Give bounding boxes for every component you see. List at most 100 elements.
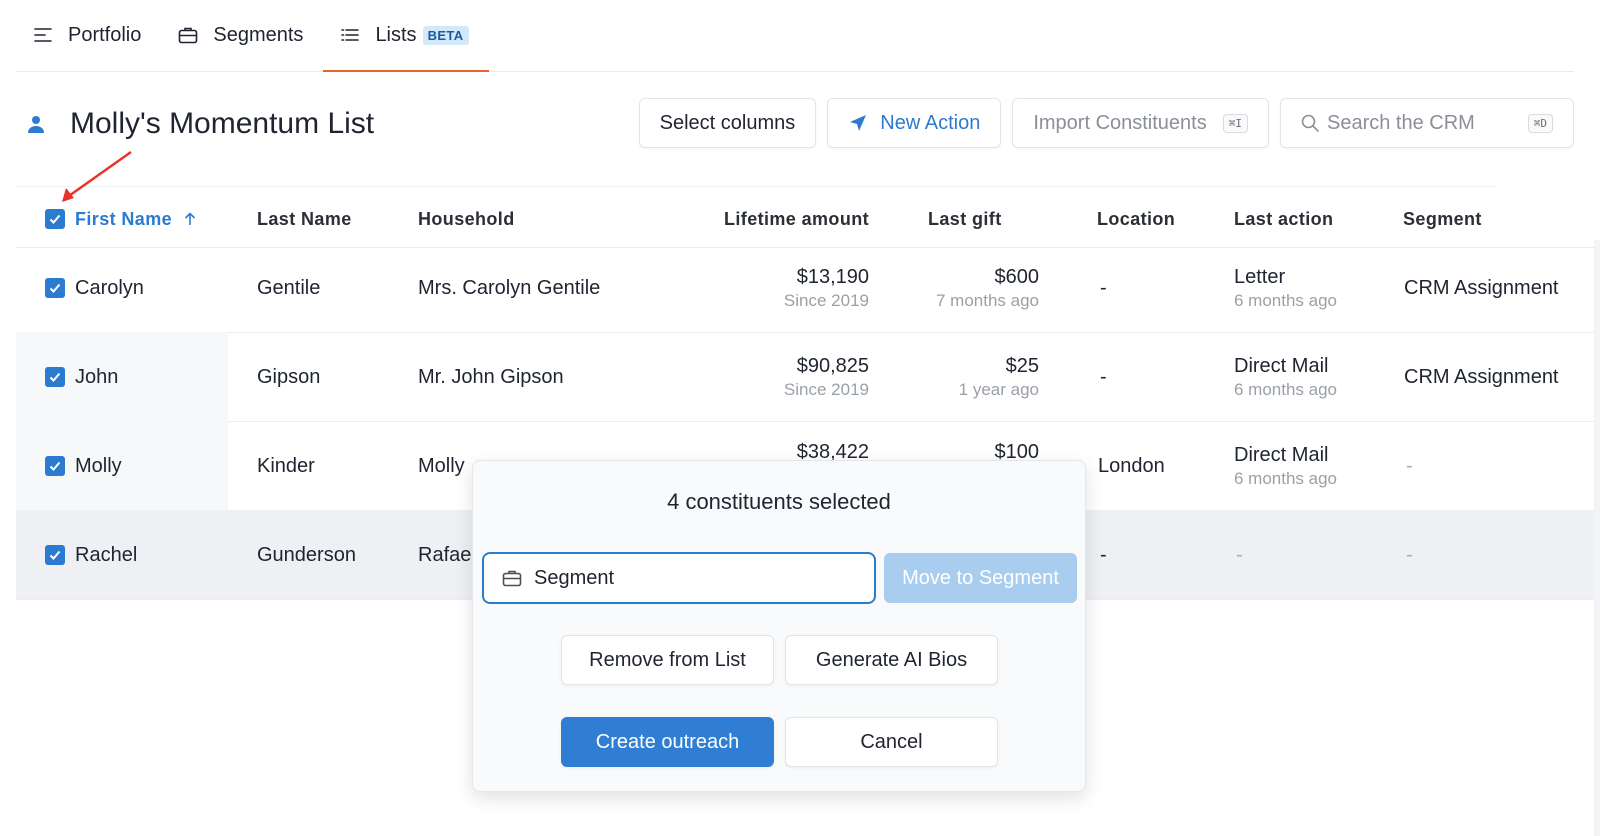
import-shortcut: ⌘I [1222,113,1248,133]
column-last-name[interactable]: Last Name [257,190,352,248]
column-label: Last action [1234,208,1334,229]
column-label: Last gift [928,208,1002,229]
column-segment[interactable]: Segment [1403,190,1482,248]
column-last-action[interactable]: Last action [1234,190,1333,248]
remove-from-list-button[interactable]: Remove from List [561,635,774,685]
column-lifetime-amount[interactable]: Lifetime amount [724,190,869,248]
column-label: Last Name [257,208,352,229]
segment-input-value: Segment [534,566,615,589]
sort-ascending-icon [184,212,196,226]
last-gift: $600 7 months ago [916,243,1039,333]
row-checkbox[interactable] [45,456,65,476]
import-label: Import Constituents [1033,111,1207,134]
import-constituents-button[interactable]: Import Constituents ⌘I [1012,98,1269,148]
action-when: 6 months ago [1234,379,1338,399]
segment: - [1406,543,1413,566]
segment: CRM Assignment [1404,365,1559,388]
bulk-action-modal: 4 constituents selected Segment Move to … [472,460,1086,792]
modal-title: 4 constituents selected [667,489,891,514]
select-all-checkbox[interactable] [45,209,65,229]
tab-segments[interactable]: Segments [161,0,323,71]
column-label: Household [418,208,515,229]
first-name: John [75,365,119,388]
action-type: Direct Mail [1234,443,1329,466]
list-icon [339,24,361,46]
gift-amount: $600 [994,265,1040,288]
search-placeholder: Search the CRM [1327,111,1475,134]
new-action-button[interactable]: New Action [827,98,1002,148]
amount-since: Since 2019 [783,290,869,310]
send-icon [848,113,868,133]
tab-lists[interactable]: Lists BETA [323,0,489,72]
scrollbar-track[interactable] [1594,240,1600,836]
household: Mr. John Gipson [418,365,564,388]
lifetime-amount: $90,825 Since 2019 [716,332,869,422]
table-row[interactable]: Carolyn Gentile Mrs. Carolyn Gentile $13… [16,243,1600,333]
first-name: Molly [75,454,122,477]
column-label: Lifetime amount [724,208,870,229]
search-input[interactable]: Search the CRM ⌘D [1280,98,1574,148]
table-header: First Name Last Name Household Lifetime … [16,190,1600,248]
amount: $90,825 [796,354,869,377]
last-action: - [1236,543,1243,566]
nav-tabs: Portfolio Segments Lists BETA [16,0,1574,72]
location: London [1098,454,1165,477]
divider [16,186,1496,187]
first-name-cell: John [45,332,118,422]
segment: - [1406,454,1413,477]
gift-when: 7 months ago [935,290,1039,310]
lifetime-amount: $13,190 Since 2019 [716,243,869,333]
table-row[interactable]: John Gipson Mr. John Gipson $90,825 Sinc… [16,332,1600,422]
column-location[interactable]: Location [1097,190,1175,248]
household: Rafae [418,543,472,566]
align-left-icon [32,24,54,46]
beta-badge: BETA [422,25,469,45]
tab-portfolio[interactable]: Portfolio [16,0,161,71]
gift-amount: $25 [1005,354,1039,377]
last-action: Direct Mail 6 months ago [1234,332,1337,422]
first-name-cell: Molly [45,421,122,511]
page-header: Molly's Momentum List Select columns New… [16,98,1574,150]
action-type: Direct Mail [1234,354,1329,377]
last-gift: $25 1 year ago [916,332,1039,422]
gift-when: 1 year ago [958,379,1039,399]
tab-label: Lists [375,23,417,46]
row-checkbox[interactable] [45,278,65,298]
column-last-gift[interactable]: Last gift [928,190,1002,248]
last-name: Kinder [257,454,315,477]
last-name: Gipson [257,365,321,388]
cancel-button[interactable]: Cancel [785,717,998,767]
amount-since: Since 2019 [783,379,869,399]
location: - [1100,543,1107,566]
person-icon [26,114,46,134]
tab-label: Portfolio [68,23,142,46]
select-columns-button[interactable]: Select columns [638,98,817,148]
last-action: Letter 6 months ago [1234,243,1337,333]
select-columns-label: Select columns [659,111,796,134]
segment: CRM Assignment [1404,276,1559,299]
search-icon [1301,114,1319,132]
generate-ai-bios-button[interactable]: Generate AI Bios [785,635,998,685]
action-when: 6 months ago [1234,468,1338,488]
segment-input[interactable]: Segment [482,552,876,604]
row-checkbox[interactable] [45,545,65,565]
column-first-name[interactable]: First Name [45,190,196,248]
first-name: Carolyn [75,276,144,299]
create-outreach-button[interactable]: Create outreach [561,717,774,767]
first-name-cell: Carolyn [45,243,144,333]
last-action: Direct Mail 6 months ago [1234,421,1337,511]
action-when: 6 months ago [1234,290,1338,310]
column-household[interactable]: Household [418,190,515,248]
first-name: Rachel [75,543,138,566]
row-checkbox[interactable] [45,367,65,387]
new-action-label: New Action [880,111,981,134]
first-name-cell: Rachel [45,510,137,600]
column-label: Location [1097,208,1176,229]
column-label: Segment [1403,208,1482,229]
tab-label: Segments [213,23,304,46]
last-name: Gunderson [257,543,356,566]
move-to-segment-button[interactable]: Move to Segment [884,553,1077,603]
household: Mrs. Carolyn Gentile [418,276,601,299]
action-type: Letter [1234,265,1286,288]
column-label: First Name [75,208,173,229]
